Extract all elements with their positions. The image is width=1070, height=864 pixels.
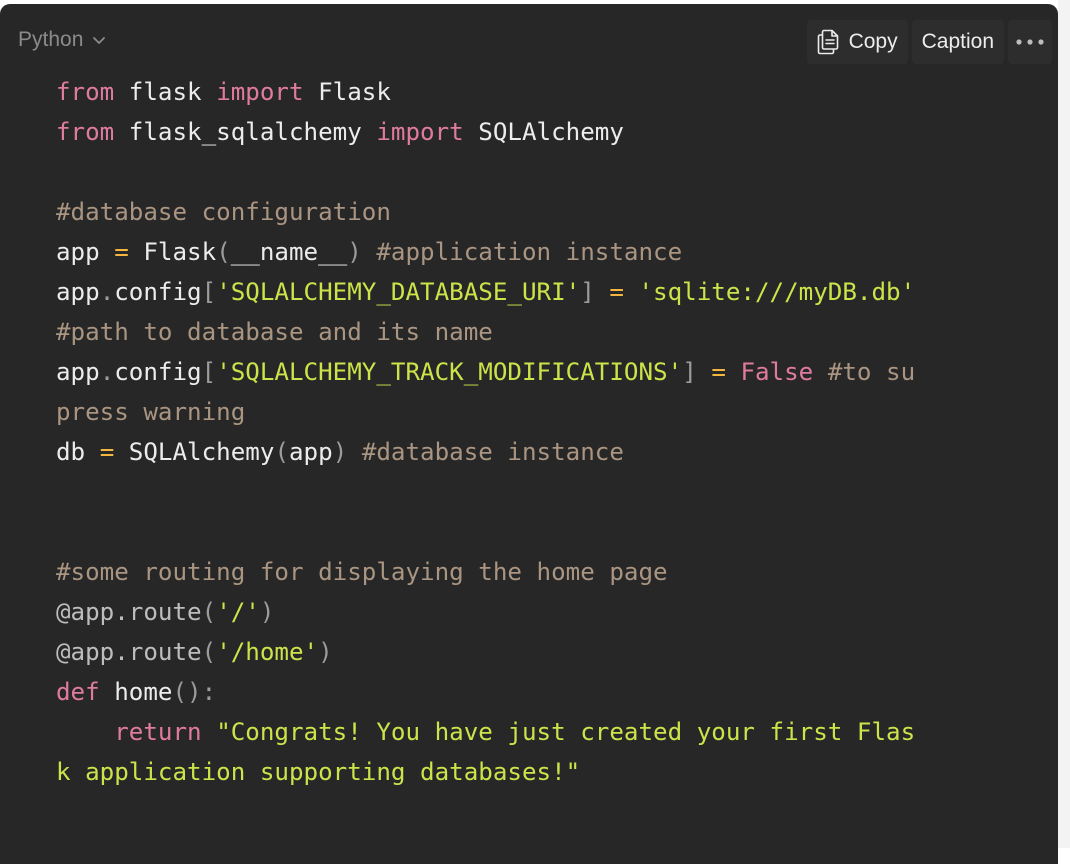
token: ] xyxy=(682,358,697,386)
token: ) xyxy=(347,238,362,266)
code-line-5: app = Flask(__name__) #application insta… xyxy=(56,232,915,272)
token: ) xyxy=(259,598,275,626)
token: ( xyxy=(201,638,217,666)
code-line-2: from flask_sqlalchemy import SQLAlchemy xyxy=(56,112,915,152)
token: #database instance xyxy=(361,438,624,466)
token: 'SQLALCHEMY_TRACK_MODIFICATIONS' xyxy=(216,358,683,386)
token: @app.route xyxy=(56,638,202,666)
code-line-6: app.config['SQLALCHEMY_DATABASE_URI'] = … xyxy=(56,272,915,312)
token: ( xyxy=(216,238,231,266)
token: app xyxy=(56,238,115,266)
token: = xyxy=(99,438,115,466)
token: False xyxy=(740,358,814,386)
code-line-10: db = SQLAlchemy(app) #database instance xyxy=(56,432,915,472)
code-content: from flask import Flask from flask_sqlalc… xyxy=(56,72,915,792)
code-line-4: #database configuration xyxy=(56,192,915,232)
token: from xyxy=(56,118,115,146)
token: #application instance xyxy=(376,238,683,266)
token: #path to database and its name xyxy=(56,318,493,346)
token: = xyxy=(711,358,726,386)
token: return xyxy=(114,718,202,746)
copy-label: Copy xyxy=(848,30,898,53)
token: (): xyxy=(172,678,217,706)
token: app xyxy=(56,278,100,306)
token: ( xyxy=(201,598,217,626)
token: flask xyxy=(114,78,217,106)
token: ) xyxy=(332,438,348,466)
copy-button[interactable]: Copy xyxy=(806,20,908,64)
code-line-16: def home(): xyxy=(56,672,915,712)
code-block: Python Copy Caption from flask import Fl… xyxy=(0,4,1058,864)
token: "Congrats! You have just created your fi… xyxy=(216,718,916,746)
page-edge xyxy=(1058,0,1070,848)
caption-label: Caption xyxy=(921,30,994,53)
token: app xyxy=(289,438,333,466)
token: . xyxy=(99,358,115,386)
token: @app.route xyxy=(56,598,202,626)
token: = xyxy=(114,238,129,266)
token: import xyxy=(216,78,304,106)
ellipsis-icon xyxy=(1016,39,1044,45)
language-label: Python xyxy=(18,28,84,51)
token: #to su xyxy=(827,358,916,386)
token: k application supporting databases!" xyxy=(56,758,581,786)
token: db xyxy=(56,438,100,466)
caption-button[interactable]: Caption xyxy=(911,20,1004,64)
token: SQLAlchemy xyxy=(463,118,624,146)
token: config xyxy=(114,278,202,306)
token: ( xyxy=(274,438,289,466)
code-line-7: #path to database and its name xyxy=(56,312,915,352)
code-line-15: @app.route('/home') xyxy=(56,632,915,672)
code-line-13: #some routing for displaying the home pa… xyxy=(56,552,915,592)
token: [ xyxy=(201,278,217,306)
token: Flask xyxy=(128,238,217,266)
token: 'sqlite:///myDB.db' xyxy=(638,278,916,306)
token: flask_sqlalchemy xyxy=(114,118,377,146)
token: Flask xyxy=(303,78,391,106)
token: def xyxy=(56,678,100,706)
code-line-18: k application supporting databases!" xyxy=(56,752,915,792)
code-line-8: app.config['SQLALCHEMY_TRACK_MODIFICATIO… xyxy=(56,352,915,392)
token: = xyxy=(609,278,624,306)
token: 'SQLALCHEMY_DATABASE_URI' xyxy=(216,278,581,306)
token: SQLAlchemy xyxy=(114,438,275,466)
token: '/' xyxy=(216,598,260,626)
token: from xyxy=(56,78,115,106)
more-options-button[interactable]: ••• xyxy=(1008,20,1052,64)
chevron-down-icon xyxy=(93,37,106,44)
token: ) xyxy=(318,638,333,666)
token: ] xyxy=(580,278,595,306)
code-line-9: press warning xyxy=(56,392,915,432)
token: home xyxy=(99,678,173,706)
token: import xyxy=(376,118,464,146)
code-block-actions: Copy Caption ••• xyxy=(806,20,1052,64)
code-line-17: return "Congrats! You have just created … xyxy=(56,712,915,752)
token: [ xyxy=(201,358,217,386)
token: config xyxy=(114,358,202,386)
token: #database configuration xyxy=(56,198,391,226)
token: __name__ xyxy=(230,238,348,266)
code-line-14: @app.route('/') xyxy=(56,592,915,632)
copy-icon xyxy=(817,29,838,55)
code-line-1: from flask import Flask xyxy=(56,72,915,112)
token: . xyxy=(99,278,115,306)
token: '/home' xyxy=(216,638,319,666)
token: press warning xyxy=(56,398,246,426)
token: #some routing for displaying the home pa… xyxy=(56,558,668,586)
language-selector[interactable]: Python xyxy=(18,26,107,54)
token: app xyxy=(56,358,100,386)
code-block-header: Python Copy Caption xyxy=(0,4,1058,70)
